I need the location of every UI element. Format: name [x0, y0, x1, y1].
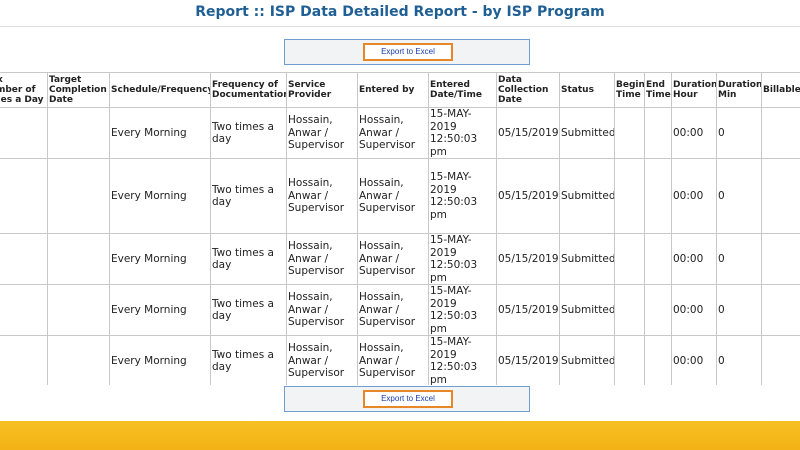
cell-begin-time: [614, 284, 645, 336]
cell-begin-time: [614, 158, 645, 234]
cell-end-time: [644, 107, 672, 159]
cell-billable: [761, 284, 800, 336]
column-header-schedule: Schedule/Frequency: [109, 72, 211, 108]
cell-schedule: Every Morning: [109, 335, 211, 385]
cell-target-date: [47, 158, 110, 234]
cell-schedule: Every Morning: [109, 158, 211, 234]
cell-entered-datetime: 15-MAY-2019 12:50:03 pm: [428, 284, 497, 336]
footer-band: [0, 421, 800, 450]
report-page: Report :: ISP Data Detailed Report - by …: [0, 0, 800, 450]
cell-target-date: [47, 233, 110, 285]
column-header-collection-date: Data Collection Date: [496, 72, 560, 108]
column-header-status: Status: [559, 72, 615, 108]
cell-begin-time: [614, 107, 645, 159]
cell-duration-hour: 00:00: [671, 284, 717, 336]
cell-max-times: [0, 158, 48, 234]
cell-frequency-doc: Two times a day: [210, 158, 287, 234]
cell-service-provider: Hossain, Anwar / Supervisor: [286, 107, 358, 159]
cell-collection-date: 05/15/2019: [496, 158, 560, 234]
cell-end-time: [644, 233, 672, 285]
cell-schedule: Every Morning: [109, 284, 211, 336]
cell-entered-by: Hossain, Anwar / Supervisor: [357, 158, 429, 234]
column-header-billable: Billable: [761, 72, 800, 108]
table-row: Every Morning Two times a day Hossain, A…: [0, 107, 800, 159]
cell-collection-date: 05/15/2019: [496, 284, 560, 336]
report-table: Max Number of Times a Day Target Complet…: [0, 72, 800, 385]
cell-billable: [761, 107, 800, 159]
report-table-container[interactable]: Max Number of Times a Day Target Complet…: [0, 72, 800, 385]
cell-billable: [761, 335, 800, 385]
cell-entered-datetime: 15-MAY-2019 12:50:03 pm: [428, 158, 497, 234]
column-header-service-provider: Service Provider: [286, 72, 358, 108]
cell-billable: [761, 158, 800, 234]
cell-entered-by: Hossain, Anwar / Supervisor: [357, 107, 429, 159]
column-header-max-times: Max Number of Times a Day: [0, 72, 48, 108]
cell-entered-datetime: 15-MAY-2019 12:50:03 pm: [428, 233, 497, 285]
cell-schedule: Every Morning: [109, 107, 211, 159]
table-header-row: Max Number of Times a Day Target Complet…: [0, 72, 800, 108]
cell-frequency-doc: Two times a day: [210, 107, 287, 159]
cell-entered-by: Hossain, Anwar / Supervisor: [357, 284, 429, 336]
cell-begin-time: [614, 233, 645, 285]
cell-duration-hour: 00:00: [671, 158, 717, 234]
cell-duration-hour: 00:00: [671, 335, 717, 385]
cell-frequency-doc: Two times a day: [210, 335, 287, 385]
export-to-excel-button-bottom[interactable]: Export to Excel: [363, 390, 453, 408]
cell-target-date: [47, 107, 110, 159]
cell-service-provider: Hossain, Anwar / Supervisor: [286, 233, 358, 285]
cell-target-date: [47, 335, 110, 385]
cell-schedule: Every Morning: [109, 233, 211, 285]
cell-duration-min: 0: [716, 335, 762, 385]
cell-status: Submitted: [559, 107, 615, 159]
export-panel-top: Export to Excel: [284, 39, 530, 65]
column-header-target-date: Target Completion Date: [47, 72, 110, 108]
cell-duration-min: 0: [716, 284, 762, 336]
cell-begin-time: [614, 335, 645, 385]
cell-status: Submitted: [559, 233, 615, 285]
page-title: Report :: ISP Data Detailed Report - by …: [0, 0, 800, 27]
cell-max-times: [0, 335, 48, 385]
table-row: Every Morning Two times a day Hossain, A…: [0, 284, 800, 336]
cell-duration-hour: 00:00: [671, 107, 717, 159]
cell-frequency-doc: Two times a day: [210, 233, 287, 285]
column-header-end-time: End Time: [644, 72, 672, 108]
table-row: Every Morning Two times a day Hossain, A…: [0, 233, 800, 285]
cell-entered-by: Hossain, Anwar / Supervisor: [357, 233, 429, 285]
cell-target-date: [47, 284, 110, 336]
column-header-duration-hour: Duration Hour: [671, 72, 717, 108]
cell-service-provider: Hossain, Anwar / Supervisor: [286, 335, 358, 385]
cell-billable: [761, 233, 800, 285]
cell-frequency-doc: Two times a day: [210, 284, 287, 336]
cell-max-times: [0, 233, 48, 285]
cell-service-provider: Hossain, Anwar / Supervisor: [286, 284, 358, 336]
cell-duration-min: 0: [716, 158, 762, 234]
cell-collection-date: 05/15/2019: [496, 233, 560, 285]
column-header-entered-datetime: Entered Date/Time: [428, 72, 497, 108]
table-row: Every Morning Two times a day Hossain, A…: [0, 335, 800, 385]
cell-end-time: [644, 335, 672, 385]
table-row: Every Morning Two times a day Hossain, A…: [0, 158, 800, 234]
cell-entered-by: Hossain, Anwar / Supervisor: [357, 335, 429, 385]
cell-status: Submitted: [559, 158, 615, 234]
cell-entered-datetime: 15-MAY-2019 12:50:03 pm: [428, 107, 497, 159]
column-header-frequency-doc: Frequency of Documentation: [210, 72, 287, 108]
cell-max-times: [0, 107, 48, 159]
cell-status: Submitted: [559, 335, 615, 385]
cell-collection-date: 05/15/2019: [496, 335, 560, 385]
cell-status: Submitted: [559, 284, 615, 336]
cell-end-time: [644, 158, 672, 234]
column-header-entered-by: Entered by: [357, 72, 429, 108]
cell-entered-datetime: 15-MAY-2019 12:50:03 pm: [428, 335, 497, 385]
cell-service-provider: Hossain, Anwar / Supervisor: [286, 158, 358, 234]
column-header-begin-time: Begin Time: [614, 72, 645, 108]
cell-duration-hour: 00:00: [671, 233, 717, 285]
export-to-excel-button-top[interactable]: Export to Excel: [363, 43, 453, 61]
cell-collection-date: 05/15/2019: [496, 107, 560, 159]
column-header-duration-min: Duration Min: [716, 72, 762, 108]
cell-end-time: [644, 284, 672, 336]
cell-duration-min: 0: [716, 233, 762, 285]
cell-max-times: [0, 284, 48, 336]
export-panel-bottom: Export to Excel: [284, 386, 530, 412]
cell-duration-min: 0: [716, 107, 762, 159]
